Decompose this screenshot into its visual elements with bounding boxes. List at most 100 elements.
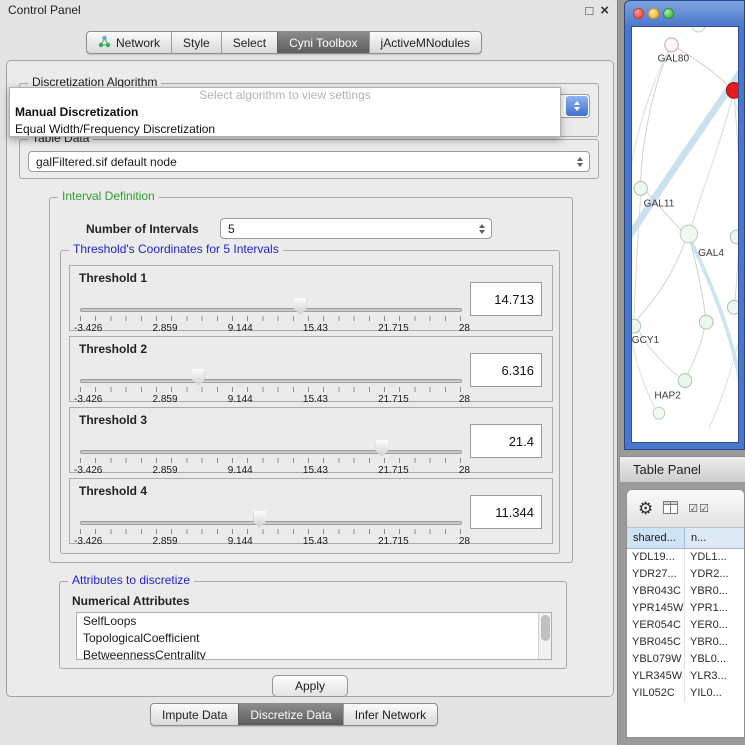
table-cell[interactable]: YIL052C [627,685,685,702]
algorithm-dropdown-popup: Select algorithm to view settings Manual… [9,87,561,137]
network-node[interactable] [678,374,691,388]
threshold-1-value[interactable]: 14.713 [470,282,542,316]
tab-impute-data[interactable]: Impute Data [151,704,238,725]
node-label: GAL4 [698,248,724,259]
table-cell[interactable]: YIL0... [685,685,744,702]
scrollbar-thumb[interactable] [541,615,550,641]
table-row[interactable]: YDL19...YDL1... [627,549,744,566]
table-row[interactable]: YLR345WYLR3... [627,668,744,685]
table-cell[interactable]: YDR27... [627,566,685,583]
table-row[interactable]: YBL079WYBL0... [627,651,744,668]
close-traffic-light-icon[interactable] [633,8,644,19]
table-cell[interactable]: YER0... [685,617,744,634]
num-intervals-combo[interactable]: 5 [220,218,492,239]
slider-thumb[interactable] [192,369,205,386]
network-node[interactable] [665,38,678,52]
slider-thumb[interactable] [294,298,307,315]
table-row[interactable]: YIL052CYIL0... [627,685,744,702]
table-cell[interactable]: YER054C [627,617,685,634]
gear-icon[interactable]: ⚙ [638,500,653,517]
slider-thumb[interactable] [253,511,266,528]
table-row[interactable]: YDR27...YDR2... [627,566,744,583]
network-node[interactable] [692,27,705,32]
threshold-3-value[interactable]: 21.4 [470,424,542,458]
tab-style[interactable]: Style [171,32,221,53]
dropdown-item-equal-width-frequency[interactable]: Equal Width/Frequency Discretization [10,121,560,138]
table-cell[interactable]: YDL1... [685,549,744,566]
table-cell[interactable]: YBL079W [627,651,685,668]
slider-thumb[interactable] [375,440,388,457]
tab-jactivemnodules[interactable]: jActiveMNodules [369,32,481,53]
list-item[interactable]: TopologicalCoefficient [77,630,551,647]
tab-network[interactable]: Network [87,32,171,53]
tab-infer-network[interactable]: Infer Network [343,704,437,725]
tab-cyni-toolbox[interactable]: Cyni Toolbox [277,32,368,53]
network-node[interactable] [653,407,665,419]
zoom-traffic-light-icon[interactable] [663,8,674,19]
close-icon[interactable]: × [600,2,609,19]
slider-track[interactable] [80,521,462,525]
tab-select[interactable]: Select [221,32,277,53]
columns-icon[interactable] [663,501,678,517]
table-row[interactable]: YER054CYER0... [627,617,744,634]
slider-ticks [80,529,462,534]
table-cell[interactable]: YBR045C [627,634,685,651]
threshold-4-slider[interactable]: -3.4262.8599.14415.4321.71528 [80,505,462,545]
table-cell[interactable]: YBR0... [685,583,744,600]
threshold-2-value[interactable]: 6.316 [470,353,542,387]
network-node[interactable] [632,319,641,333]
network-node[interactable] [727,300,738,314]
minimize-traffic-light-icon[interactable] [648,8,659,19]
table-cell[interactable]: YBL0... [685,651,744,668]
table-row[interactable]: YBR045CYBR0... [627,634,744,651]
table-panel-title: Table Panel [633,462,701,477]
table-row[interactable]: YPR145WYPR1... [627,600,744,617]
table-cell[interactable]: YBR0... [685,634,744,651]
dropdown-item-manual-discretization[interactable]: Manual Discretization [10,104,560,121]
table-row[interactable]: YBR043CYBR0... [627,583,744,600]
table-cell[interactable]: YPR1... [685,600,744,617]
network-edge [734,98,738,300]
threshold-label: Threshold 1 [79,271,147,285]
network-node[interactable] [726,82,738,98]
network-node[interactable] [680,225,697,243]
table-cell[interactable]: YLR345W [627,668,685,685]
apply-button[interactable]: Apply [272,675,348,697]
combo-stepper-icon[interactable] [475,219,489,238]
table-cell[interactable]: YPR145W [627,600,685,617]
float-window-icon[interactable]: □ [585,3,593,18]
network-canvas-area[interactable]: GAL80GAL11GAL4GCY1HAP2 [631,26,739,443]
threshold-3-slider[interactable]: -3.4262.8599.14415.4321.71528 [80,434,462,474]
tick-label: -3.426 [74,323,102,334]
network-node[interactable] [634,182,647,196]
list-scrollbar[interactable] [538,613,551,659]
network-node[interactable] [699,315,712,329]
control-panel-window: Control Panel □ × Network Style Select C… [0,0,618,745]
network-canvas[interactable]: GAL80GAL11GAL4GCY1HAP2 [632,27,738,442]
slider-track[interactable] [80,450,462,454]
num-intervals-label: Number of Intervals [86,222,199,236]
table-data-combo[interactable]: galFiltered.sif default node [28,151,590,172]
column-header-name[interactable]: n... [685,528,744,548]
threshold-label: Threshold 4 [79,484,147,498]
table-cell[interactable]: YBR043C [627,583,685,600]
column-header-shared[interactable]: shared... [627,528,685,548]
table-cell[interactable]: YLR3... [685,668,744,685]
threshold-1-slider[interactable]: -3.4262.8599.14415.4321.71528 [80,292,462,332]
threshold-2-slider[interactable]: -3.4262.8599.14415.4321.71528 [80,363,462,403]
list-item[interactable]: BetweennessCentrality [77,647,551,660]
table-panel-titlebar[interactable]: Table Panel [620,456,745,483]
combo-stepper-icon[interactable] [573,152,587,171]
combo-stepper-icon[interactable] [566,96,588,116]
threshold-4-value[interactable]: 11.344 [470,495,542,529]
tab-discretize-data[interactable]: Discretize Data [238,704,342,725]
table-cell[interactable]: YDR2... [685,566,744,583]
tick-label: 9.144 [228,465,253,476]
slider-track[interactable] [80,379,462,383]
select-columns-icon[interactable]: ☑☑ [688,502,710,515]
network-node[interactable] [730,230,738,244]
list-item[interactable]: SelfLoops [77,613,551,630]
table-cell[interactable]: YDL19... [627,549,685,566]
slider-track[interactable] [80,308,462,312]
numerical-attributes-list[interactable]: SelfLoops TopologicalCoefficient Between… [76,612,552,660]
